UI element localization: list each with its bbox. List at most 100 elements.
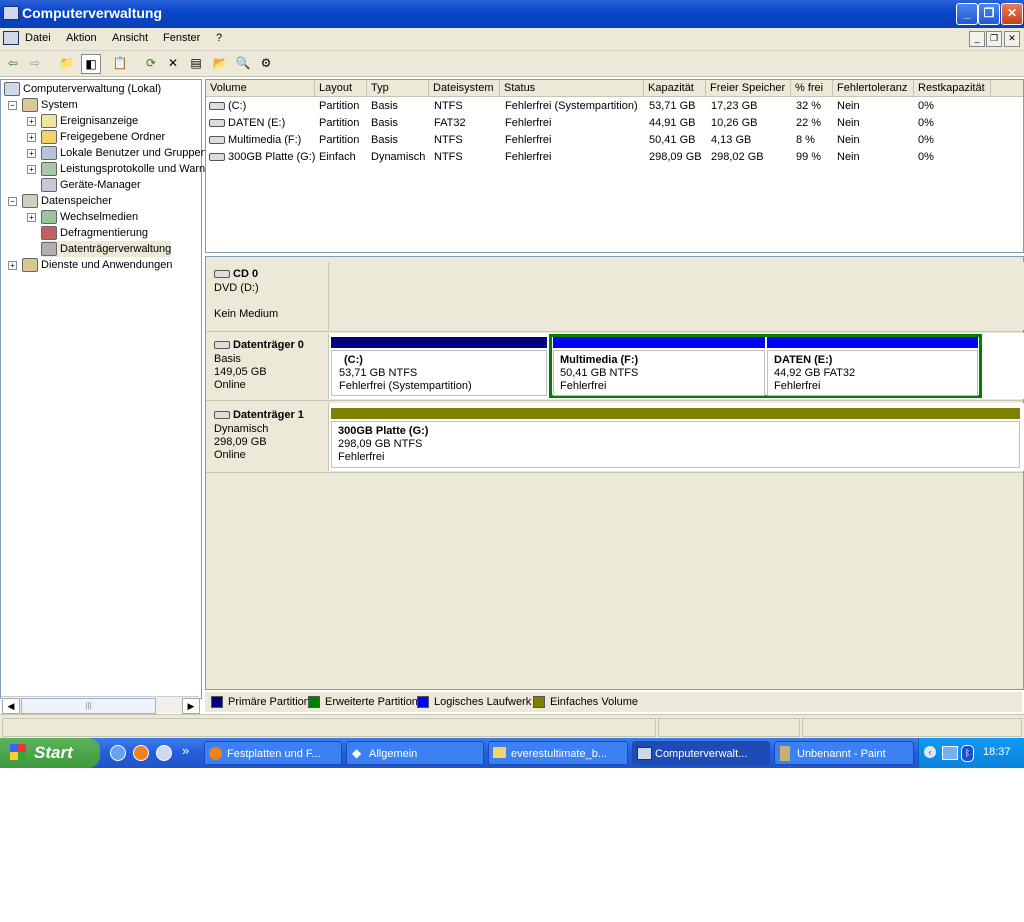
col-freier-speicher[interactable]: Freier Speicher (706, 80, 791, 97)
menu-help[interactable]: ? (216, 32, 222, 44)
mdi-child-icon[interactable] (3, 31, 19, 45)
partition-f[interactable]: Multimedia (F:) 50,41 GB NTFS Fehlerfrei (553, 337, 765, 396)
expand-icon[interactable]: + (8, 261, 17, 270)
scroll-right-icon[interactable]: ▶ (182, 698, 200, 714)
disk-header-0[interactable]: Datenträger 0 Basis 149,05 GB Online (208, 333, 326, 399)
table-row[interactable]: Multimedia (F:) Partition Basis NTFS Feh… (206, 132, 1023, 149)
cell-prozent-frei: 22 % (796, 117, 822, 129)
col-status[interactable]: Status (500, 80, 644, 97)
minimize-button[interactable]: _ (956, 3, 978, 25)
scroll-left-icon[interactable]: ◀ (2, 698, 20, 714)
task-allgemein[interactable]: ◆ Allgemein (346, 741, 484, 765)
tree-item-datenspeicher[interactable]: Datenspeicher (22, 193, 112, 209)
mdi-close-button[interactable]: ✕ (1004, 31, 1020, 47)
restore-button[interactable]: ❐ (978, 3, 1000, 25)
task-paint[interactable]: Unbenannt - Paint (774, 741, 914, 765)
col-restkapazitaet[interactable]: Restkapazität (914, 80, 991, 97)
col-prozent-frei[interactable]: % frei (791, 80, 833, 97)
legend-logical: Logisches Laufwerk (417, 696, 531, 709)
col-layout[interactable]: Layout (315, 80, 367, 97)
expand-icon[interactable]: + (27, 133, 36, 142)
cd0-empty-area[interactable] (328, 262, 1024, 330)
app-icon[interactable] (3, 6, 19, 20)
clock[interactable]: 18:37 (983, 746, 1011, 758)
tray-expand-icon[interactable]: ‹ (924, 746, 936, 758)
up-folder-icon[interactable]: 📁 (58, 54, 76, 72)
table-row[interactable]: (C:) Partition Basis NTFS Fehlerfrei (Sy… (206, 98, 1023, 115)
legend-swatch (211, 696, 223, 709)
mdi-minimize-button[interactable]: _ (969, 31, 985, 47)
disk-header-1[interactable]: Datenträger 1 Dynamisch 298,09 GB Online (208, 403, 326, 471)
expand-icon[interactable]: + (27, 165, 36, 174)
tree-item-freigegebene-ordner[interactable]: Freigegebene Ordner (41, 129, 165, 145)
menu-aktion[interactable]: Aktion (66, 32, 97, 44)
cell-volume: (C:) (209, 98, 246, 115)
disk-management-icon (41, 242, 57, 257)
media-icon[interactable] (156, 745, 172, 761)
mdi-restore-button[interactable]: ❐ (986, 31, 1002, 47)
folder-icon (493, 747, 506, 758)
task-festplatten[interactable]: Festplatten und F... (204, 741, 342, 765)
tree-item-lokale-benutzer[interactable]: Lokale Benutzer und Gruppen (41, 145, 207, 161)
col-volume[interactable]: Volume (206, 80, 315, 97)
collapse-icon[interactable]: − (8, 197, 17, 206)
disk-size: 149,05 GB (214, 366, 267, 378)
start-button[interactable]: Start (0, 738, 100, 768)
partition-e[interactable]: DATEN (E:) 44,92 GB FAT32 Fehlerfrei (767, 337, 978, 396)
disk-settings-icon[interactable]: ⚙ (257, 54, 275, 72)
bluetooth-icon[interactable]: ᛒ (961, 745, 974, 762)
tree-item-root[interactable]: Computerverwaltung (Lokal) (4, 81, 161, 97)
col-typ[interactable]: Typ (367, 80, 429, 97)
partition-c[interactable]: (C:) 53,71 GB NTFS Fehlerfrei (Systempar… (331, 337, 547, 396)
hard-disk-icon (214, 411, 230, 420)
task-computerverwaltung[interactable]: Computerverwalt... (632, 741, 770, 765)
tree-item-datentraegerverwaltung[interactable]: Datenträgerverwaltung (41, 241, 172, 257)
legend: Primäre Partition Erweiterte Partition L… (205, 692, 1022, 712)
table-row[interactable]: 300GB Platte (G:) Einfach Dynamisch NTFS… (206, 149, 1023, 166)
menu-fenster[interactable]: Fenster (163, 32, 200, 44)
menu-ansicht[interactable]: Ansicht (112, 32, 148, 44)
back-icon[interactable]: ⇦ (4, 54, 22, 72)
task-everest[interactable]: everestultimate_b... (488, 741, 628, 765)
open-folder-icon[interactable]: 📂 (211, 54, 229, 72)
partition-status: Fehlerfrei (774, 380, 821, 392)
tree-horizontal-scrollbar[interactable]: ◀ ||| ▶ (1, 696, 200, 714)
col-filler (991, 80, 1023, 97)
computer-icon (637, 747, 652, 760)
tree-item-geraete-manager[interactable]: Geräte-Manager (41, 177, 141, 193)
refresh-icon[interactable]: ⟳ (142, 54, 160, 72)
expand-icon[interactable]: + (27, 149, 36, 158)
close-button[interactable]: ✕ (1001, 3, 1023, 25)
quicklaunch-more-icon[interactable]: » (182, 743, 189, 758)
scroll-thumb[interactable]: ||| (21, 698, 156, 714)
tree-item-dienste[interactable]: Dienste und Anwendungen (22, 257, 173, 273)
expand-icon[interactable]: + (27, 213, 36, 222)
tree-item-ereignisanzeige[interactable]: Ereignisanzeige (41, 113, 138, 129)
partition-g[interactable]: 300GB Platte (G:) 298,09 GB NTFS Fehlerf… (331, 408, 1020, 468)
search-icon[interactable]: 🔍 (234, 54, 252, 72)
forward-icon[interactable]: ⇨ (26, 54, 44, 72)
col-kapazitaet[interactable]: Kapazität (644, 80, 706, 97)
delete-icon[interactable]: ✕ (164, 54, 182, 72)
table-row[interactable]: DATEN (E:) Partition Basis FAT32 Fehlerf… (206, 115, 1023, 132)
cell-prozent-frei: 8 % (796, 134, 815, 146)
menu-datei[interactable]: Datei (25, 32, 51, 44)
internet-explorer-icon[interactable] (110, 745, 126, 761)
firefox-icon[interactable] (133, 745, 149, 761)
col-fehlertoleranz[interactable]: Fehlertoleranz (833, 80, 914, 97)
disk-header-cd0[interactable]: CD 0 DVD (D:) Kein Medium (208, 262, 326, 330)
detail-properties-icon[interactable]: ▤ (187, 54, 205, 72)
cell-status: Fehlerfrei (Systempartition) (505, 100, 638, 112)
tree-item-leistungsprotokolle[interactable]: Leistungsprotokolle und Warn (41, 161, 205, 177)
properties-icon[interactable]: 📋 (111, 54, 129, 72)
col-dateisystem[interactable]: Dateisystem (429, 80, 500, 97)
tree-item-defragmentierung[interactable]: Defragmentierung (41, 225, 148, 241)
expand-icon[interactable]: + (27, 117, 36, 126)
tree-item-system[interactable]: System (22, 97, 78, 113)
disk-name: Datenträger 0 (233, 339, 304, 351)
network-icon[interactable] (942, 746, 958, 760)
title-bar: Computerverwaltung _ ❐ ✕ (0, 0, 1024, 28)
collapse-icon[interactable]: − (8, 101, 17, 110)
tree-item-wechselmedien[interactable]: Wechselmedien (41, 209, 138, 225)
show-hide-tree-icon[interactable]: ◧ (81, 54, 101, 74)
